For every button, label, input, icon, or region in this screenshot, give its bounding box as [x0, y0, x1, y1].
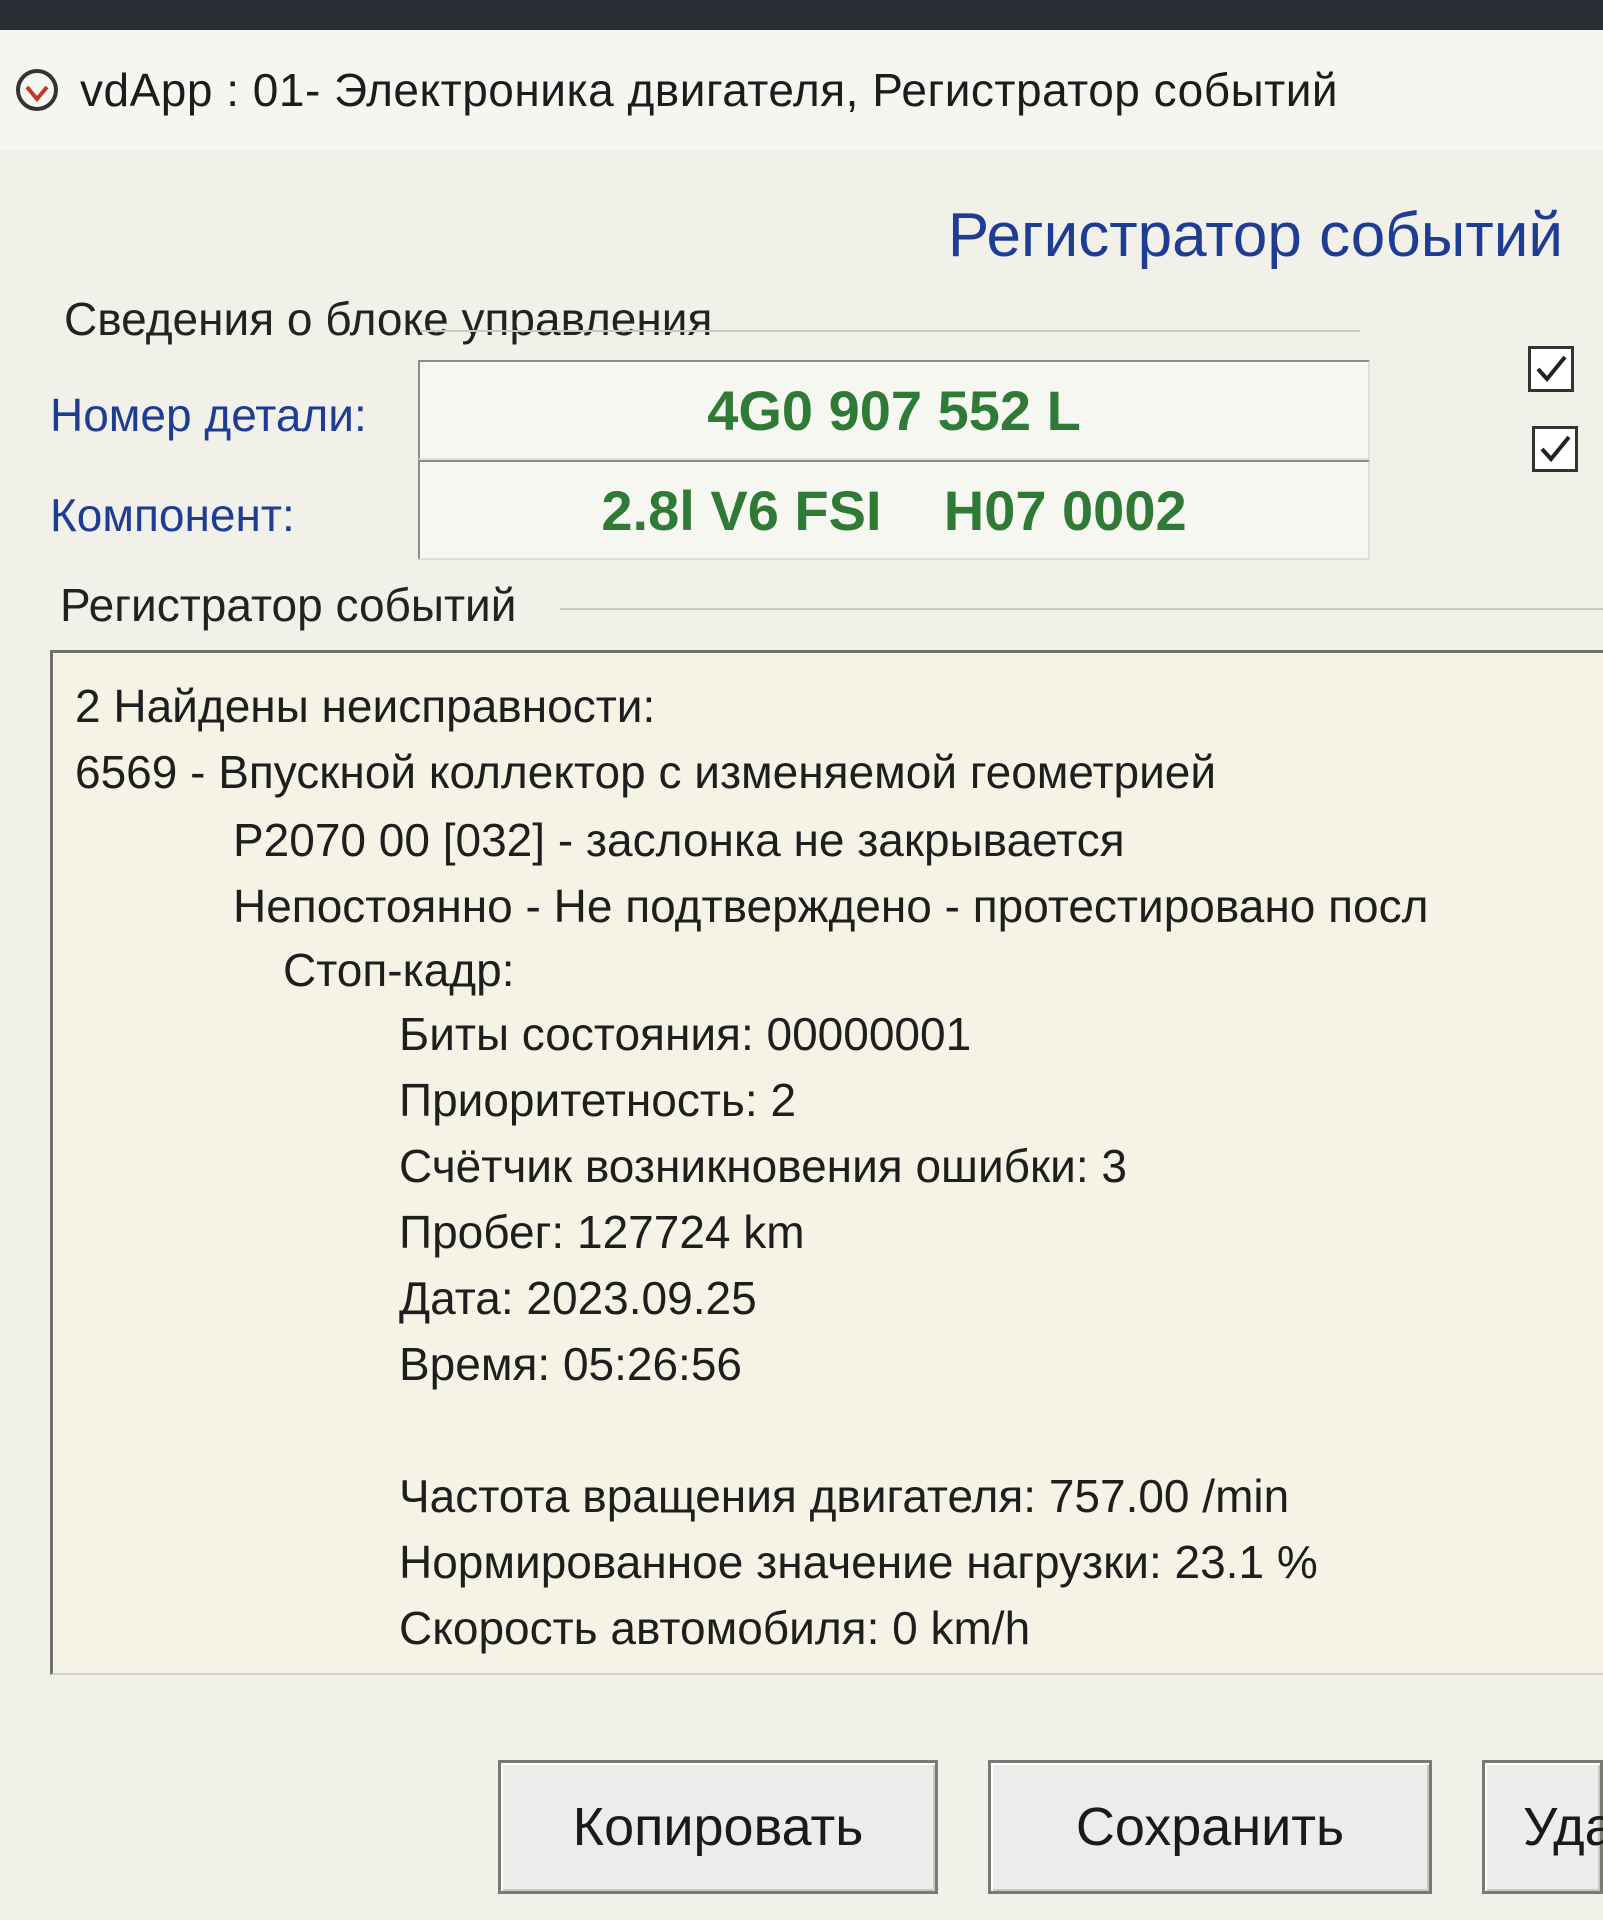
- copy-button[interactable]: Копировать: [498, 1760, 938, 1894]
- part-number-value: 4G0 907 552 L: [707, 378, 1081, 442]
- event-log-group-title: Регистратор событий: [60, 579, 517, 631]
- log-line: Скорость автомобиля: 0 km/h: [399, 1602, 1031, 1654]
- log-line: Нормированное значение нагрузки: 23.1 %: [399, 1536, 1318, 1588]
- log-line: Биты состояния: 00000001: [399, 1008, 972, 1060]
- component-field: 2.8l V6 FSI H07 0002: [418, 460, 1370, 560]
- event-log-group-border: [560, 608, 1603, 610]
- save-button[interactable]: Сохранить: [988, 1760, 1432, 1894]
- component-value: 2.8l V6 FSI H07 0002: [601, 478, 1187, 542]
- log-line: Приоритетность: 2: [399, 1074, 797, 1126]
- log-line: 6569 - Впускной коллектор с изменяемой г…: [75, 746, 1217, 798]
- log-line: Частота вращения двигателя: 757.00 /min: [399, 1470, 1290, 1522]
- log-line: Счётчик возникновения ошибки: 3: [399, 1140, 1127, 1192]
- log-line: Пробег: 127724 km: [399, 1206, 805, 1258]
- log-line: 2 Найдены неисправности:: [75, 680, 656, 732]
- log-line: Дата: 2023.09.25: [399, 1272, 757, 1324]
- title-bar[interactable]: vdApp : 01- Электроника двигателя, Регис…: [0, 30, 1603, 150]
- checkmark-icon: [1540, 435, 1571, 463]
- ecu-info-group-title: Сведения о блоке управления: [64, 293, 713, 345]
- checkmark-icon: [1536, 355, 1567, 383]
- page-title: Регистратор событий: [947, 201, 1563, 270]
- checkbox-2[interactable]: [1532, 426, 1578, 472]
- component-label: Компонент:: [50, 489, 295, 541]
- vdapp-logo-icon: [16, 69, 58, 111]
- delete-button[interactable]: Уда: [1482, 1760, 1603, 1894]
- part-number-label: Номер детали:: [50, 389, 367, 441]
- event-log-textarea[interactable]: 2 Найдены неисправности: 6569 - Впускной…: [50, 650, 1603, 1675]
- log-line: Стоп-кадр:: [283, 944, 515, 996]
- log-line: Непостоянно - Не подтверждено - протести…: [233, 880, 1429, 932]
- vdapp-window: vdApp : 01- Электроника двигателя, Регис…: [0, 30, 1603, 1920]
- checkbox-1[interactable]: [1528, 346, 1574, 392]
- part-number-field: 4G0 907 552 L: [418, 360, 1370, 460]
- window-title: vdApp : 01- Электроника двигателя, Регис…: [80, 64, 1339, 116]
- log-line: P2070 00 [032] - заслонка не закрывается: [233, 814, 1125, 866]
- ecu-info-group-border: [420, 330, 1360, 332]
- log-line: Время: 05:26:56: [399, 1338, 743, 1390]
